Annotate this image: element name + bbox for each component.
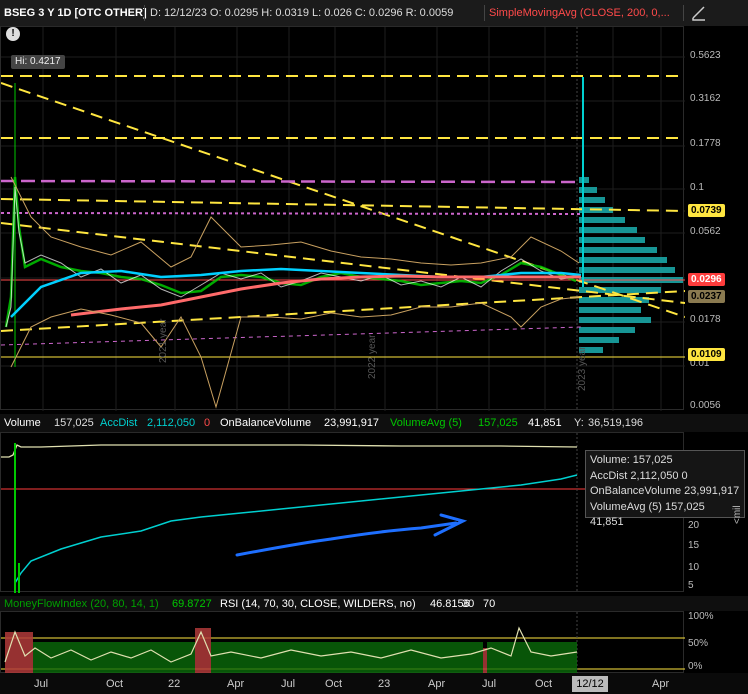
obv-line xyxy=(1,444,578,458)
accdist-zero: 0 xyxy=(204,417,211,429)
price-tag-level: 0.0109 xyxy=(688,348,725,361)
volume-chart xyxy=(1,433,685,593)
mfi-value: 69.8727 xyxy=(172,598,212,610)
year-label: 2021 year xyxy=(158,318,169,363)
y-tick: 0.3162 xyxy=(690,93,721,104)
volumeavg-second: 41,851 xyxy=(528,417,562,429)
accdist-value: 2,112,050 xyxy=(147,417,196,429)
mfi-chart xyxy=(1,612,685,674)
bollinger-upper xyxy=(10,176,580,268)
volume-value: 157,025 xyxy=(54,417,94,429)
y-tick: 5 xyxy=(688,580,694,591)
alert-icon[interactable]: ! xyxy=(6,27,20,41)
year-label: 2023 year xyxy=(577,346,588,391)
x-tick: Apr xyxy=(227,678,245,690)
divider xyxy=(683,5,684,21)
y-tick: 0% xyxy=(688,661,703,672)
price-series-up xyxy=(4,176,577,328)
price-pane[interactable]: ! Hi: 0.4217 2021 year 2022 year 2023 ye… xyxy=(0,26,685,411)
x-tick: Oct xyxy=(325,678,343,690)
y-cursor-label: Y: xyxy=(574,417,584,429)
volume-pane-header: Volume 157,025 AccDist 2,112,050 0 OnBal… xyxy=(0,414,748,432)
volume-y-axis[interactable]: 20 15 10 5 <mil xyxy=(684,432,748,592)
rsi-label[interactable]: RSI (14, 70, 30, CLOSE, WILDERS, no) xyxy=(220,597,416,611)
y-tick: 0.0562 xyxy=(690,226,721,237)
volumeavg-label[interactable]: VolumeAvg (5) xyxy=(390,416,462,430)
y-tick: 10 xyxy=(688,562,700,573)
magenta-ma xyxy=(1,179,582,184)
current-date-tag: 12/12 xyxy=(572,676,608,692)
x-tick: Oct xyxy=(106,678,124,690)
y-cursor-value: 36,519,196 xyxy=(588,417,644,429)
price-y-axis[interactable]: 0.5623 0.3162 0.1778 0.1 0.0562 0.0178 0… xyxy=(684,26,748,411)
mfi-label[interactable]: MoneyFlowIndex (20, 80, 14, 1) xyxy=(4,597,159,611)
price-tag-level: 0.0739 xyxy=(688,204,725,217)
volume-pane[interactable] xyxy=(0,432,685,593)
x-tick: Jul xyxy=(34,678,49,690)
price-tag-level: 0.0237 xyxy=(688,290,725,303)
y-tick: 0.5623 xyxy=(690,50,721,61)
unit-label: <mil xyxy=(732,505,743,524)
y-tick: 100% xyxy=(688,611,714,622)
y-tick: 0.0178 xyxy=(690,314,721,325)
mfi-pane[interactable] xyxy=(0,611,685,674)
y-tick: 15 xyxy=(688,540,700,551)
accdist-line xyxy=(14,474,578,584)
x-tick: 23 xyxy=(378,678,391,690)
ohlc-readout: D: 12/12/23 O: 0.0295 H: 0.0319 L: 0.026… xyxy=(150,7,454,19)
magenta-band xyxy=(1,212,582,215)
y-tick: 20 xyxy=(688,520,700,531)
year-label: 2022 year xyxy=(367,334,378,379)
divider xyxy=(144,5,145,21)
x-tick: Apr xyxy=(428,678,446,690)
volumeavg-value: 157,025 xyxy=(478,417,518,429)
obv-value: 23,991,917 xyxy=(324,417,380,429)
x-tick: Oct xyxy=(535,678,553,690)
y-tick: 0.1778 xyxy=(690,138,721,149)
drawing-tool-icon[interactable] xyxy=(690,4,708,22)
y-tick: 0.0056 xyxy=(690,400,721,411)
y-tick: 0.1 xyxy=(690,182,704,193)
drawn-arrow xyxy=(235,513,468,557)
volume-profile xyxy=(579,177,683,353)
x-tick: 22 xyxy=(168,678,181,690)
volume-label[interactable]: Volume xyxy=(4,416,41,430)
study-label[interactable]: SimpleMovingAvg (CLOSE, 200, 0,... xyxy=(489,4,670,22)
y-tick: 50% xyxy=(688,638,709,649)
time-axis[interactable]: Jul Oct 22 Apr Jul Oct 23 Apr Jul Oct Ap… xyxy=(0,673,748,694)
last-price-tag: 0.0296 xyxy=(688,273,725,286)
x-tick: Jul xyxy=(281,678,296,690)
divider xyxy=(484,5,485,21)
chart-header: BSEG 3 Y 1D [OTC OTHER] D: 12/12/23 O: 0… xyxy=(0,0,748,26)
accdist-label[interactable]: AccDist xyxy=(100,416,137,430)
hi-label: Hi: 0.4217 xyxy=(11,55,65,69)
obv-label[interactable]: OnBalanceVolume xyxy=(220,416,311,430)
symbol-label[interactable]: BSEG 3 Y 1D [OTC OTHER] xyxy=(4,4,147,22)
mfi-y-axis[interactable]: 100% 50% 0% xyxy=(684,611,748,673)
x-tick: Apr xyxy=(652,678,670,690)
rsi-low: 30 xyxy=(462,598,475,610)
mfi-pane-header: MoneyFlowIndex (20, 80, 14, 1) 69.8727 R… xyxy=(0,596,748,611)
x-tick: Jul xyxy=(482,678,497,690)
magenta-band-low xyxy=(1,326,582,346)
rsi-high: 70 xyxy=(483,598,496,610)
